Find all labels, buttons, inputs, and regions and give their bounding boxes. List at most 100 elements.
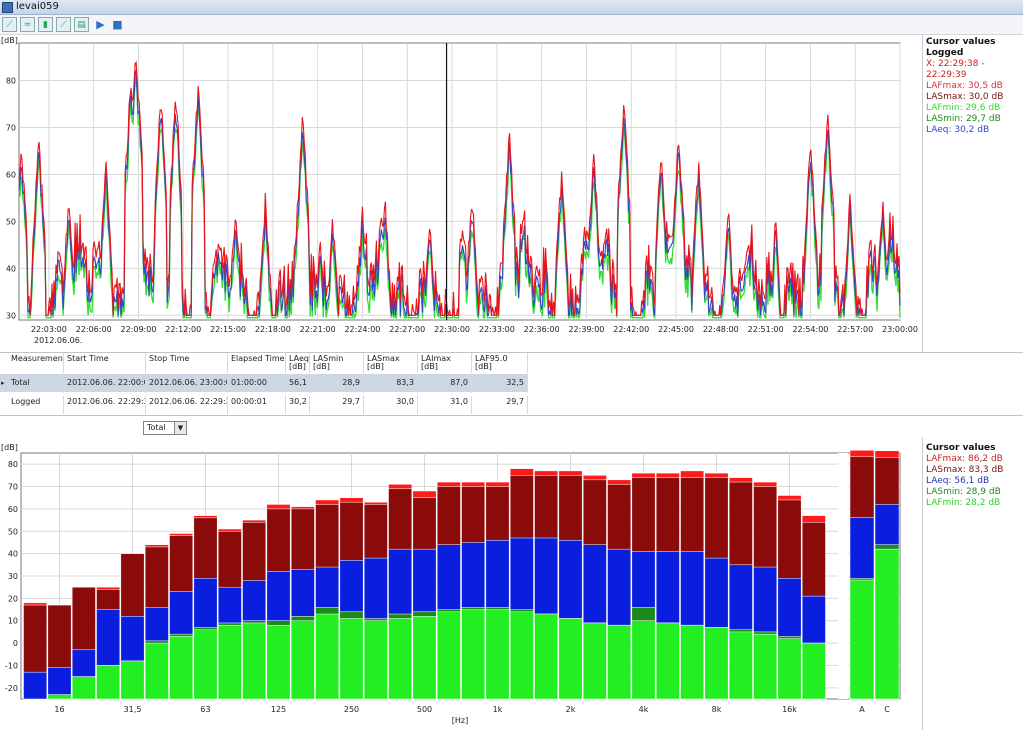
spectrum-icon[interactable]: ≈ <box>20 17 35 32</box>
y-tick-label: 70 <box>8 483 18 492</box>
bar-lafmin <box>534 613 559 700</box>
bar-lafmin <box>680 624 705 700</box>
spectrum-band[interactable] <box>461 481 486 700</box>
column-header[interactable]: Start Time <box>64 353 146 373</box>
spectrum-select-value: Total <box>147 423 166 432</box>
table-cell: 2012.06.06. 22:29:39 <box>146 396 228 414</box>
report-icon[interactable]: ▤ <box>74 17 89 32</box>
spectrum-band[interactable] <box>436 481 461 700</box>
chevron-down-icon[interactable]: ▼ <box>174 422 186 434</box>
x-tick-label: 250 <box>344 705 359 714</box>
bar-lafmin <box>582 622 607 700</box>
results-table: Measurement Start Time Stop Time Elapsed Ti… <box>0 352 1023 416</box>
column-header[interactable]: Measurement <box>8 353 64 373</box>
table-cell: 30,0 <box>364 396 418 414</box>
x-tick-label: A <box>859 705 865 714</box>
spectrum-band[interactable] <box>801 515 826 700</box>
spectrum-band[interactable] <box>144 544 169 700</box>
x-tick-label: 22:42:00 <box>613 325 649 334</box>
table-cell: 00:00:01 <box>228 396 286 414</box>
spectrum-band[interactable] <box>96 586 121 700</box>
spectrum-band[interactable] <box>388 484 413 700</box>
spectrum-band[interactable] <box>704 472 729 700</box>
bar-lafmin <box>144 642 169 700</box>
bar-lafmin <box>777 638 802 700</box>
spectrum-band[interactable] <box>412 490 437 700</box>
bar-lafmin <box>315 613 340 700</box>
y-tick-label: 80 <box>6 77 16 86</box>
x-tick-label: 4k <box>639 705 649 714</box>
x-tick-label: 22:09:00 <box>120 325 156 334</box>
y-tick-label: 20 <box>8 594 18 603</box>
spectrum-band[interactable] <box>509 468 534 700</box>
spectrum-band[interactable] <box>23 602 48 700</box>
spectrum-band[interactable] <box>777 495 802 700</box>
spectrum-band[interactable] <box>193 515 218 700</box>
combined-chart-icon[interactable]: ⟋ <box>56 17 71 32</box>
bar-lafmin <box>290 620 315 700</box>
spectrum-chart[interactable]: [dB] -20 -10 0 10 20 30 40 50 60 70 80 16 31,5 63 125 25… <box>0 437 922 730</box>
spectrum-band[interactable] <box>169 533 194 700</box>
x-tick-label: 22:24:00 <box>344 325 380 334</box>
x-tick-label: 22:54:00 <box>792 325 828 334</box>
bar-lafmin <box>96 665 121 700</box>
bar-laeq <box>23 671 48 700</box>
bar-lafmin <box>607 624 632 700</box>
spectrum-band[interactable] <box>655 472 680 700</box>
stop-icon[interactable]: ■ <box>110 17 125 32</box>
x-tick-label: 16k <box>782 705 797 714</box>
bar-spectrum-icon[interactable]: ▮ <box>38 17 53 32</box>
spectrum-band[interactable] <box>558 470 583 700</box>
bar-lafmin <box>193 629 218 700</box>
spectrum-band[interactable] <box>534 470 559 700</box>
column-header[interactable]: LASmin [dB] <box>310 353 364 373</box>
spectrum-band[interactable] <box>680 470 705 700</box>
x-tick-label: 23:00:00 <box>882 325 918 334</box>
spectrum-band[interactable] <box>363 501 388 700</box>
bar-lafmin <box>436 611 461 700</box>
spectrum-band[interactable] <box>607 479 632 700</box>
spectrum-band[interactable] <box>728 477 753 700</box>
column-header[interactable]: LAeq [dB] <box>286 353 310 373</box>
spectrum-band[interactable] <box>290 506 315 700</box>
spectrum-band[interactable] <box>47 604 72 700</box>
spectrum-band[interactable] <box>582 475 607 700</box>
bar-lafmin <box>509 611 534 700</box>
time-chart-icon[interactable]: ⟋ <box>2 17 17 32</box>
table-cell: 30,2 <box>286 396 310 414</box>
x-tick-label: 500 <box>417 705 432 714</box>
spectrum-band[interactable] <box>339 497 364 700</box>
spectrum-band[interactable] <box>71 586 96 700</box>
total-band-c[interactable] <box>874 450 900 700</box>
row-marker-icon: ▸ <box>1 379 5 387</box>
toolbar: ⟋ ≈ ▮ ⟋ ▤ ▶ ■ <box>0 15 1023 35</box>
bar-lafmin <box>412 616 437 700</box>
spectrum-select[interactable]: Total ▼ <box>143 421 187 435</box>
spectrum-band[interactable] <box>242 519 267 700</box>
bar-lafmin <box>461 609 486 700</box>
spectrum-band[interactable] <box>631 472 656 700</box>
column-header[interactable]: LAImax [dB] <box>418 353 472 373</box>
panel-divider <box>922 35 923 352</box>
column-header[interactable]: LASmax [dB] <box>364 353 418 373</box>
column-header[interactable]: LAF95.0 [dB] <box>472 353 528 373</box>
spectrum-band[interactable] <box>120 553 145 700</box>
spectrum-band[interactable] <box>753 481 778 700</box>
y-tick-label: -20 <box>5 684 18 693</box>
spectrum-band[interactable] <box>266 504 291 700</box>
column-header[interactable]: Elapsed Time <box>228 353 286 373</box>
total-band-a[interactable] <box>849 450 875 700</box>
table-row[interactable]: ▸ Total 2012.06.06. 22:00:07 2012.06.06. 23… <box>0 374 528 395</box>
play-icon[interactable]: ▶ <box>93 17 108 32</box>
bar-lafmin <box>849 579 875 700</box>
spectrum-band[interactable] <box>315 499 340 700</box>
table-row[interactable]: Logged 2012.06.06. 22:29:38 2012.06.06. 22… <box>0 393 528 414</box>
x-tick-label: 22:30:00 <box>434 325 470 334</box>
time-history-chart[interactable]: [dB] 30 40 50 60 70 80 22:03:00 22:06:00 22:09:00… <box>0 35 922 352</box>
spectrum-band[interactable] <box>217 528 242 700</box>
column-header[interactable]: Stop Time <box>146 353 228 373</box>
legend-item: LAFmax: 30,5 dB <box>926 81 1003 91</box>
spectrum-band[interactable] <box>485 481 510 700</box>
table-header: Measurement Start Time Stop Time Elapsed Ti… <box>0 353 528 373</box>
x-tick-label: 125 <box>271 705 286 714</box>
